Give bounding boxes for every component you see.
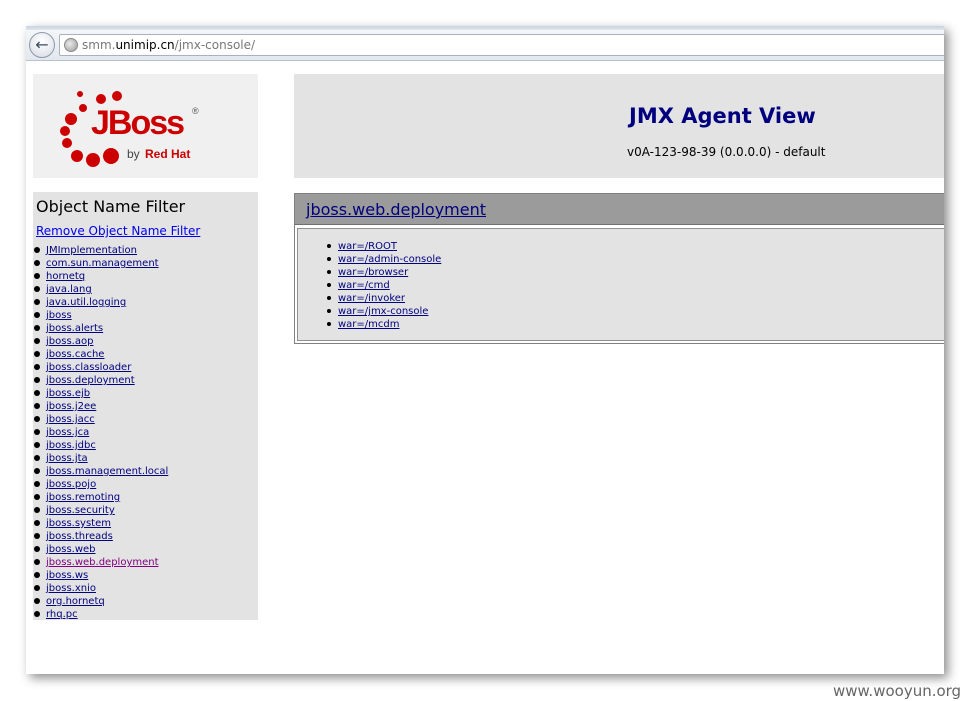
- mbean-list-panel: war=/ROOT war=/admin-console war=/browser w…: [297, 228, 944, 341]
- domain-item: hornetq: [33, 270, 168, 283]
- mbean-link[interactable]: war=/admin-console: [338, 254, 441, 265]
- domain-link[interactable]: jboss.management.local: [46, 466, 168, 477]
- object-name-filter-panel: Object Name Filter Remove Object Name Fi…: [33, 192, 258, 620]
- domain-item: jboss.alerts: [33, 322, 168, 335]
- domain-item: jboss.security: [33, 504, 168, 517]
- domain-item: JMImplementation: [33, 244, 168, 257]
- domain-link[interactable]: jboss.security: [46, 505, 115, 516]
- domain-item: jboss.aop: [33, 335, 168, 348]
- domain-item: jboss.classloader: [33, 361, 168, 374]
- domain-link[interactable]: jboss.threads: [46, 531, 113, 542]
- domain-link[interactable]: jboss.classloader: [46, 362, 131, 373]
- mbean-item: war=/jmx-console: [326, 305, 441, 318]
- mbean-item: war=/mcdm: [326, 318, 441, 331]
- mbean-item: war=/browser: [326, 266, 441, 279]
- domain-item: java.util.logging: [33, 296, 168, 309]
- logo-brand-j: JBoss: [91, 104, 184, 142]
- browser-window: ← smm.unimip.cn/jmx-console/ JBoss ® by …: [26, 26, 944, 674]
- domain-item: jboss.remoting: [33, 491, 168, 504]
- filter-title: Object Name Filter: [36, 197, 186, 216]
- domain-link[interactable]: jboss.ws: [46, 570, 88, 581]
- mbean-item: war=/admin-console: [326, 253, 441, 266]
- mbean-link[interactable]: war=/browser: [338, 267, 408, 278]
- domain-list: JMImplementation com.sun.management hornet…: [33, 244, 168, 621]
- logo-registered-mark: ®: [192, 106, 199, 116]
- jboss-logo: JBoss ® by Red Hat: [60, 91, 199, 167]
- mbean-domain-section: jboss.web.deployment war=/ROOT war=/admin…: [294, 193, 944, 344]
- domain-link[interactable]: jboss: [46, 310, 72, 321]
- domain-item: jboss.threads: [33, 530, 168, 543]
- domain-link[interactable]: java.util.logging: [46, 297, 126, 308]
- domain-item: jboss.xnio: [33, 582, 168, 595]
- domain-link[interactable]: jboss.remoting: [46, 492, 120, 503]
- page-title: JMX Agent View: [629, 104, 816, 128]
- mbean-item: war=/invoker: [326, 292, 441, 305]
- address-bar[interactable]: smm.unimip.cn/jmx-console/: [59, 34, 944, 56]
- domain-item: jboss.web: [33, 543, 168, 556]
- mbean-link[interactable]: war=/cmd: [338, 280, 390, 291]
- domain-link[interactable]: hornetq: [46, 271, 85, 282]
- logo-by-label: by: [127, 147, 140, 161]
- domain-item: jboss.jdbc: [33, 439, 168, 452]
- jboss-logo-panel: JBoss ® by Red Hat: [33, 74, 258, 178]
- domain-link[interactable]: jboss.jca: [46, 427, 89, 438]
- domain-item: jboss.management.local: [33, 465, 168, 478]
- back-arrow-icon: ←: [35, 35, 49, 54]
- domain-item: jboss.ejb: [33, 387, 168, 400]
- domain-link[interactable]: jboss.system: [46, 518, 111, 529]
- mbean-link[interactable]: war=/invoker: [338, 293, 405, 304]
- mbean-item: war=/ROOT: [326, 240, 441, 253]
- agent-view-header: JMX Agent View v0A-123-98-39 (0.0.0.0) -…: [294, 74, 944, 178]
- domain-item: jboss.jacc: [33, 413, 168, 426]
- domain-item: jboss.pojo: [33, 478, 168, 491]
- domain-link[interactable]: jboss.jdbc: [46, 440, 96, 451]
- domain-link[interactable]: jboss.deployment: [46, 375, 135, 386]
- logo-company: Red Hat: [145, 147, 190, 161]
- mbean-item: war=/cmd: [326, 279, 441, 292]
- url-text[interactable]: smm.unimip.cn/jmx-console/: [82, 38, 255, 52]
- domain-item: jboss.ws: [33, 569, 168, 582]
- domain-item: jboss.system: [33, 517, 168, 530]
- domain-link[interactable]: jboss.pojo: [46, 479, 96, 490]
- domain-item: jboss.jta: [33, 452, 168, 465]
- mbean-link[interactable]: war=/jmx-console: [338, 306, 428, 317]
- domain-link[interactable]: rhq.pc: [46, 609, 78, 620]
- domain-item: jboss.jca: [33, 426, 168, 439]
- domain-link[interactable]: jboss.web: [46, 544, 96, 555]
- domain-link[interactable]: com.sun.management: [46, 258, 159, 269]
- domain-link[interactable]: jboss.alerts: [46, 323, 103, 334]
- domain-link[interactable]: jboss.web.deployment: [46, 557, 159, 568]
- domain-item: rhq.pc: [33, 608, 168, 621]
- domain-link[interactable]: jboss.cache: [46, 349, 104, 360]
- domain-link[interactable]: jboss.j2ee: [46, 401, 96, 412]
- domain-link[interactable]: org.hornetq: [46, 596, 105, 607]
- domain-item: java.lang: [33, 283, 168, 296]
- domain-link[interactable]: jboss.ejb: [46, 388, 90, 399]
- globe-icon: [64, 38, 78, 52]
- navigation-toolbar: ← smm.unimip.cn/jmx-console/: [26, 30, 944, 61]
- mbean-domain-header: jboss.web.deployment: [295, 194, 944, 225]
- mbean-link[interactable]: war=/mcdm: [338, 319, 400, 330]
- page-content: JBoss ® by Red Hat JMX Agent View v0A-12…: [26, 61, 944, 674]
- watermark: www.wooyun.org: [833, 682, 962, 700]
- domain-link[interactable]: jboss.xnio: [46, 583, 96, 594]
- remove-filter-link[interactable]: Remove Object Name Filter: [36, 224, 200, 238]
- domain-item: jboss.web.deployment: [33, 556, 168, 569]
- server-info: v0A-123-98-39 (0.0.0.0) - default: [627, 145, 826, 159]
- mbean-link[interactable]: war=/ROOT: [338, 241, 397, 252]
- domain-item: jboss.cache: [33, 348, 168, 361]
- domain-link[interactable]: JMImplementation: [46, 245, 137, 256]
- domain-link[interactable]: jboss.aop: [46, 336, 93, 347]
- mbean-list: war=/ROOT war=/admin-console war=/browser w…: [326, 240, 441, 331]
- back-button[interactable]: ←: [29, 32, 55, 58]
- domain-item: jboss: [33, 309, 168, 322]
- mbean-domain-link[interactable]: jboss.web.deployment: [306, 200, 486, 219]
- domain-item: jboss.deployment: [33, 374, 168, 387]
- domain-link[interactable]: java.lang: [46, 284, 92, 295]
- domain-item: com.sun.management: [33, 257, 168, 270]
- domain-link[interactable]: jboss.jta: [46, 453, 88, 464]
- domain-item: jboss.j2ee: [33, 400, 168, 413]
- domain-link[interactable]: jboss.jacc: [46, 414, 95, 425]
- domain-item: org.hornetq: [33, 595, 168, 608]
